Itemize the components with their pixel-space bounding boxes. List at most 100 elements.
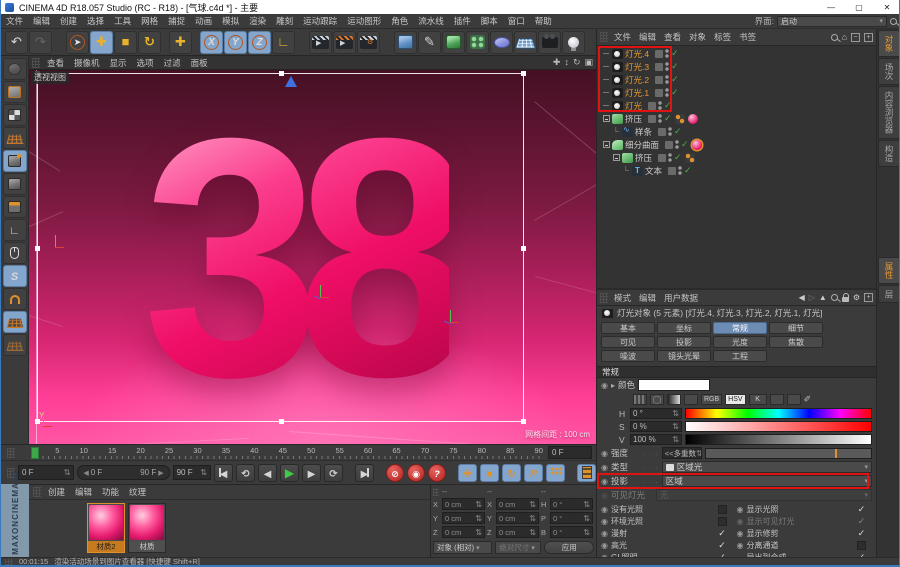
menu-item[interactable]: 创建 <box>55 15 82 27</box>
visibility-dots-icon[interactable] <box>658 101 663 110</box>
attribute-menu-item[interactable]: 模式 <box>610 292 635 304</box>
gear-icon[interactable]: ⚙ <box>853 293 860 302</box>
object-name[interactable]: 挤压 <box>625 113 642 125</box>
previous-frame-button[interactable] <box>258 463 277 482</box>
close-button[interactable]: ✕ <box>873 0 899 14</box>
visibility-dots-icon[interactable] <box>665 88 670 97</box>
lock-z-axis-button[interactable] <box>248 30 271 54</box>
attribute-tab[interactable]: 镜头光晕 <box>657 350 711 362</box>
stepper-icon[interactable] <box>583 514 590 523</box>
mograph-menu[interactable] <box>466 30 489 54</box>
color-swatches-icon[interactable] <box>633 394 647 405</box>
option-row[interactable]: 显示光照 <box>737 504 873 515</box>
object-row[interactable]: 样条 <box>597 125 876 138</box>
attribute-tab[interactable]: 坐标 <box>657 322 711 334</box>
panel-grip[interactable] <box>600 292 608 303</box>
option-row[interactable]: 显示可见灯光 <box>737 516 873 527</box>
menu-item[interactable]: 脚本 <box>476 15 503 27</box>
attribute-tab[interactable]: 可见 <box>601 336 655 348</box>
environment-menu[interactable] <box>514 30 537 54</box>
menu-item[interactable]: 雕刻 <box>271 15 298 27</box>
viewport-menu-item[interactable]: 查看 <box>42 57 69 69</box>
shadow-type-dropdown[interactable]: 区域 <box>661 475 872 487</box>
object-name[interactable]: 灯光.3 <box>625 61 649 73</box>
animation-dot-icon[interactable] <box>601 448 608 458</box>
timeline-playhead[interactable] <box>31 447 39 459</box>
material-menu-item[interactable]: 创建 <box>43 486 70 498</box>
layer-toggle-icon[interactable] <box>655 75 664 84</box>
stepper-icon[interactable] <box>475 514 482 523</box>
visibility-toggles[interactable] <box>665 139 689 150</box>
frame-handle[interactable] <box>35 245 40 251</box>
light-menu[interactable] <box>562 30 585 54</box>
option-row[interactable]: 高光 <box>601 540 733 551</box>
menu-item[interactable]: 运动跟踪 <box>298 15 342 27</box>
layer-toggle-icon[interactable] <box>655 88 664 97</box>
stepper-icon[interactable] <box>672 422 679 431</box>
animation-dot-icon[interactable] <box>601 517 608 526</box>
key-parameter-toggle[interactable] <box>524 463 543 482</box>
animation-dot-icon[interactable] <box>601 462 608 472</box>
layer-toggle-icon[interactable] <box>648 101 657 110</box>
color-wheel-icon[interactable] <box>650 394 664 405</box>
visibility-dots-icon[interactable] <box>665 75 670 84</box>
compact-mode-icon[interactable] <box>786 394 801 405</box>
enable-snap-button[interactable] <box>2 265 27 287</box>
layer-toggle-icon[interactable] <box>658 127 667 136</box>
panel-grip[interactable] <box>433 487 439 496</box>
option-checkbox[interactable] <box>717 505 727 514</box>
parent-object-icon[interactable]: ▲ <box>819 293 827 302</box>
visibility-toggles[interactable] <box>655 74 679 85</box>
points-mode-button[interactable] <box>2 150 27 172</box>
layer-toggle-icon[interactable] <box>668 166 677 175</box>
material-item[interactable]: 材质 <box>128 503 166 553</box>
object-row[interactable]: 挤压 <box>597 112 876 125</box>
axis-gizmo[interactable] <box>444 310 459 326</box>
option-row[interactable]: 漫射 <box>601 528 733 539</box>
stepper-icon[interactable] <box>672 435 679 444</box>
menu-item[interactable]: 帮助 <box>530 15 557 27</box>
expand-triangle-icon[interactable] <box>611 380 615 390</box>
attribute-tab[interactable]: 工程 <box>713 350 767 362</box>
render-view-button[interactable] <box>309 30 332 54</box>
channel-value-field[interactable]: 100 % <box>630 434 682 445</box>
option-checkbox[interactable] <box>857 541 866 550</box>
coordinate-field[interactable]: 0 ° <box>550 526 593 538</box>
menu-item[interactable]: 动画 <box>190 15 217 27</box>
stepper-icon[interactable] <box>64 468 71 477</box>
animation-dot-icon[interactable] <box>737 541 744 550</box>
key-position-toggle[interactable] <box>458 463 477 482</box>
next-frame-button[interactable] <box>302 463 321 482</box>
viewport-menu-item[interactable]: 面板 <box>186 57 213 69</box>
object-name[interactable]: 灯光.2 <box>625 74 649 86</box>
coordinate-field[interactable]: 0 ° <box>550 512 593 524</box>
attribute-tab[interactable]: 噪波 <box>601 350 655 362</box>
object-tag-icon[interactable] <box>674 113 685 124</box>
intensity-field[interactable]: <<多重数 <box>661 447 702 459</box>
stepper-icon[interactable] <box>200 468 207 477</box>
menu-item[interactable]: 渲染 <box>244 15 271 27</box>
maximize-button[interactable]: ▢ <box>845 0 873 14</box>
object-manager-menu-item[interactable]: 编辑 <box>635 31 660 43</box>
key-scale-toggle[interactable] <box>480 463 499 482</box>
layer-toggle-icon[interactable] <box>655 62 664 71</box>
workspace-dropdown[interactable]: 启动 ▾ <box>777 15 887 27</box>
axis-gizmo[interactable] <box>49 235 64 251</box>
move-tool[interactable] <box>90 30 113 54</box>
rgb-mode-button[interactable]: RGB <box>701 394 723 405</box>
visibility-dots-icon[interactable] <box>668 127 673 136</box>
animation-dot-icon[interactable] <box>737 529 744 538</box>
edges-mode-button[interactable] <box>2 173 27 195</box>
minimize-button[interactable]: — <box>817 0 845 14</box>
last-used-tool[interactable] <box>169 30 192 54</box>
attribute-tab[interactable]: 基本 <box>601 322 655 334</box>
camera-menu[interactable] <box>538 30 561 54</box>
viewport-menu-item[interactable]: 显示 <box>105 57 132 69</box>
visibility-toggles[interactable] <box>648 100 672 111</box>
attribute-menu-item[interactable]: 编辑 <box>635 292 660 304</box>
expand-icon[interactable]: + <box>864 32 873 42</box>
end-frame-field[interactable]: 90 F <box>172 465 211 480</box>
light-type-dropdown[interactable]: 区域光 <box>661 461 872 473</box>
coordinate-mode-dropdown[interactable]: 对象 (相对) <box>433 541 493 554</box>
lock-y-axis-button[interactable] <box>224 30 247 54</box>
